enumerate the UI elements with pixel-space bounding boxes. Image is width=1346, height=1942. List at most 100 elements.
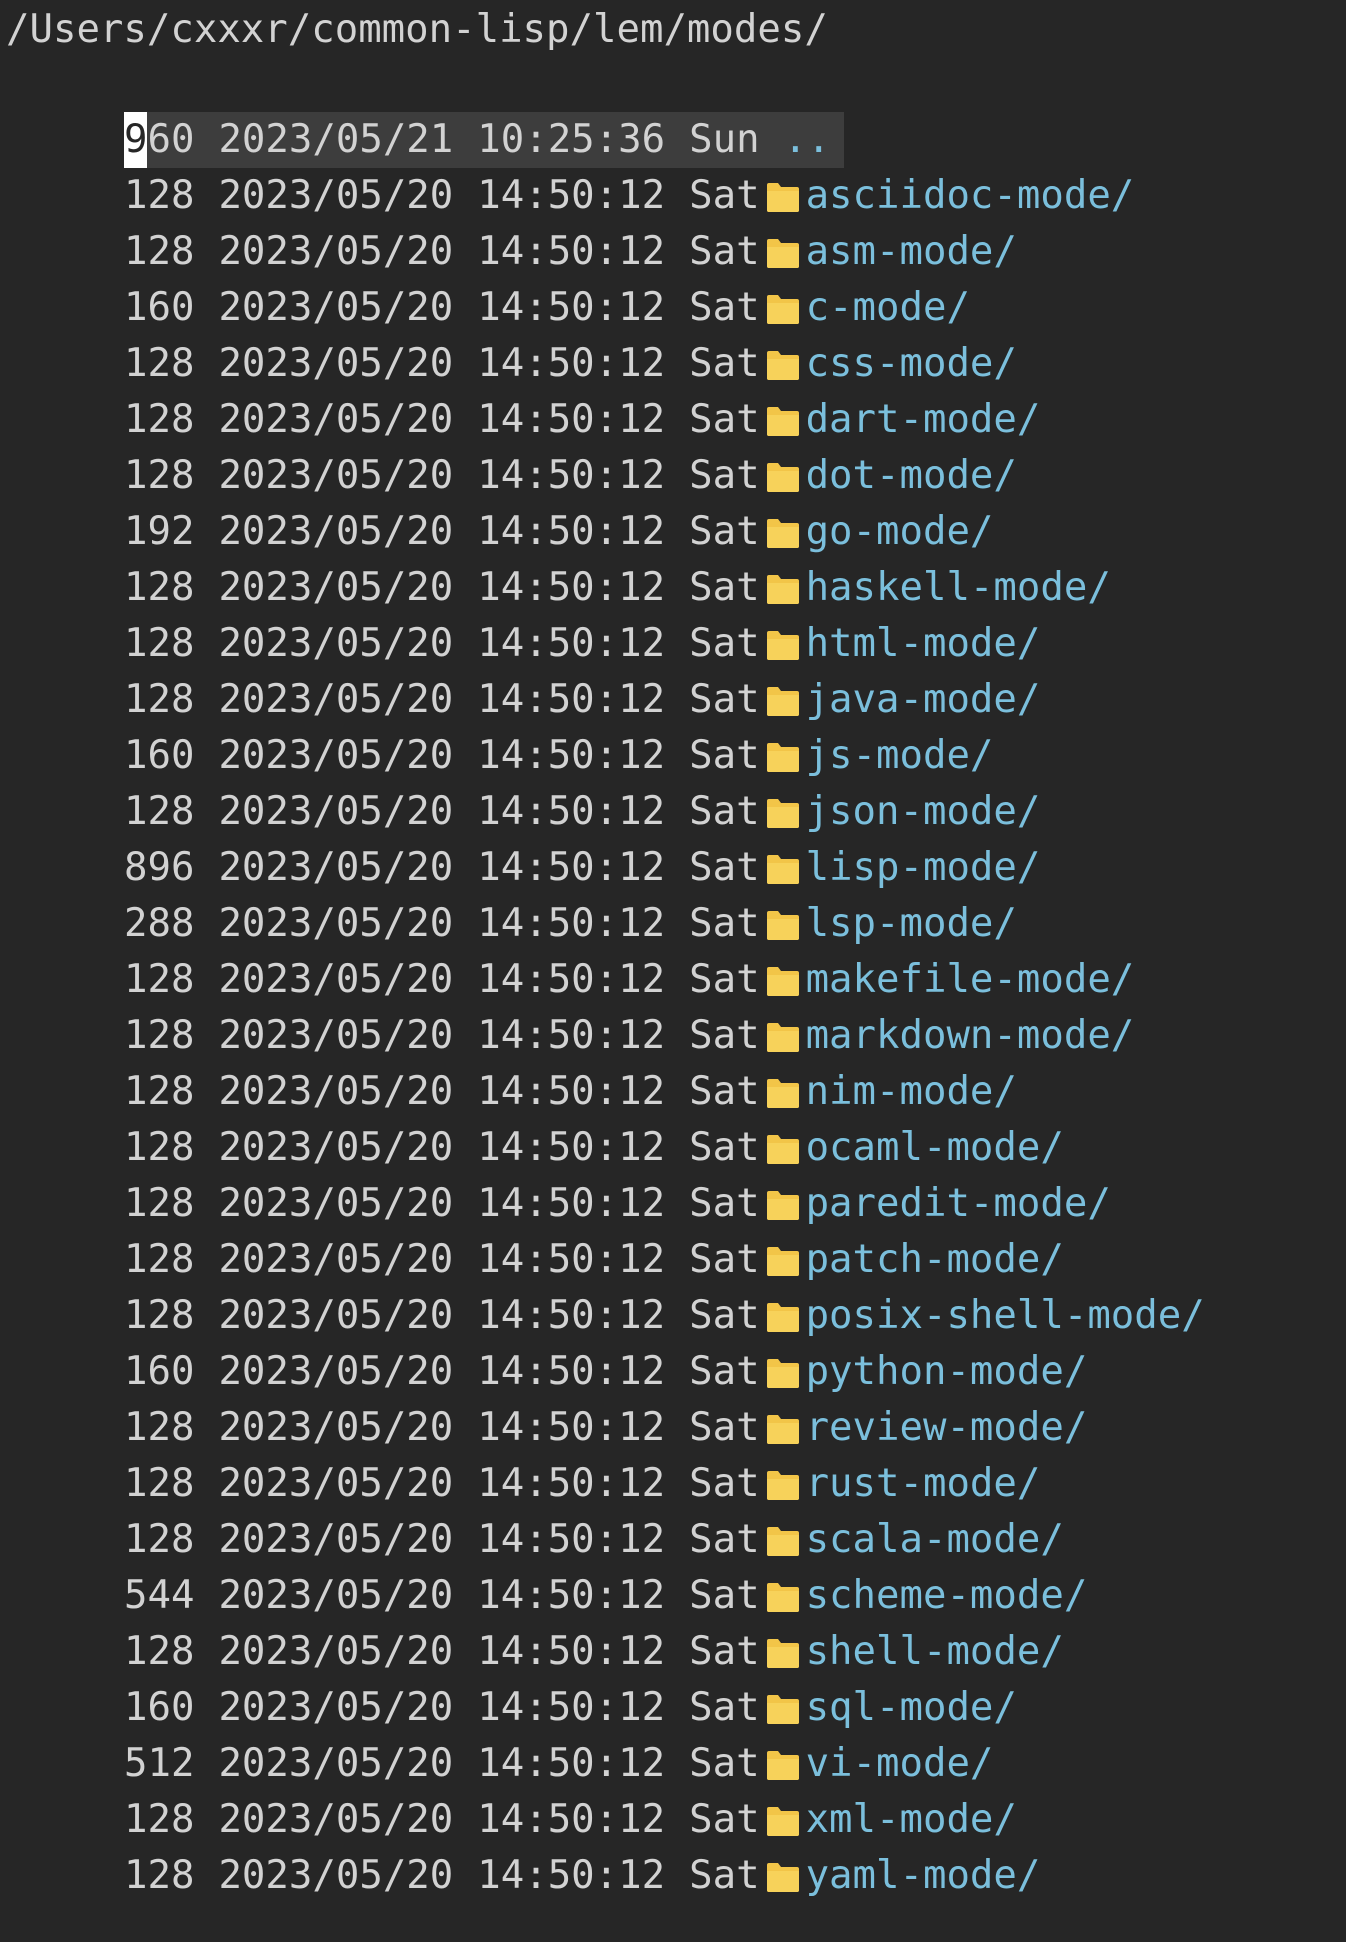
directory-entry-row[interactable]: 128 2023/05/20 14:50:12 Sat asciidoc-mode/ — [124, 168, 1205, 224]
directory-entry-row[interactable]: 192 2023/05/20 14:50:12 Sat go-mode/ — [124, 504, 1205, 560]
directory-name-link[interactable]: js-mode/ — [806, 728, 994, 784]
modified-date: 2023/05/20 — [218, 1461, 454, 1506]
directory-name-link[interactable]: css-mode/ — [806, 336, 1017, 392]
directory-name-link[interactable]: lisp-mode/ — [806, 840, 1041, 896]
file-size: 128 — [124, 341, 195, 386]
directory-name-link[interactable]: sql-mode/ — [806, 1680, 1017, 1736]
directory-entry-row[interactable]: 128 2023/05/20 14:50:12 Sat shell-mode/ — [124, 1624, 1205, 1680]
modified-time: 14:50:12 — [477, 677, 666, 722]
directory-entry-row[interactable]: 128 2023/05/20 14:50:12 Sat json-mode/ — [124, 784, 1205, 840]
directory-name-link[interactable]: xml-mode/ — [806, 1792, 1017, 1848]
modified-weekday: Sat — [689, 1293, 760, 1338]
modified-time: 14:50:12 — [477, 1741, 666, 1786]
parent-directory-link[interactable]: .. — [784, 112, 831, 168]
directory-name-link[interactable]: scala-mode/ — [806, 1512, 1064, 1568]
modified-date: 2023/05/20 — [218, 1517, 454, 1562]
directory-entry-row[interactable]: 128 2023/05/20 14:50:12 Sat html-mode/ — [124, 616, 1205, 672]
directory-entry-row[interactable]: 128 2023/05/20 14:50:12 Sat ocaml-mode/ — [124, 1120, 1205, 1176]
directory-name-link[interactable]: scheme-mode/ — [806, 1568, 1088, 1624]
modified-weekday: Sat — [689, 957, 760, 1002]
folder-icon — [764, 795, 802, 831]
directory-entry-row[interactable]: 128 2023/05/20 14:50:12 Sat markdown-mode/ — [124, 1008, 1205, 1064]
directory-name-link[interactable]: html-mode/ — [806, 616, 1041, 672]
directory-name-link[interactable]: java-mode/ — [806, 672, 1041, 728]
directory-name-link[interactable]: dot-mode/ — [806, 448, 1017, 504]
folder-icon — [764, 1131, 802, 1167]
directory-name-link[interactable]: nim-mode/ — [806, 1064, 1017, 1120]
directory-name-link[interactable]: review-mode/ — [806, 1400, 1088, 1456]
modified-time: 14:50:12 — [477, 1853, 666, 1898]
directory-entry-row[interactable]: 160 2023/05/20 14:50:12 Sat js-mode/ — [124, 728, 1205, 784]
directory-name-link[interactable]: lsp-mode/ — [806, 896, 1017, 952]
directory-entry-row[interactable]: 128 2023/05/20 14:50:12 Sat yaml-mode/ — [124, 1848, 1205, 1904]
directory-entry-row[interactable]: 288 2023/05/20 14:50:12 Sat lsp-mode/ — [124, 896, 1205, 952]
directory-entry-row[interactable]: 128 2023/05/20 14:50:12 Sat scala-mode/ — [124, 1512, 1205, 1568]
file-size: 128 — [124, 1125, 195, 1170]
directory-name-link[interactable]: ocaml-mode/ — [806, 1120, 1064, 1176]
modified-date: 2023/05/20 — [218, 845, 454, 890]
file-size: 960 — [124, 112, 194, 168]
modified-weekday: Sat — [689, 341, 760, 386]
folder-icon — [764, 515, 802, 551]
modified-time: 14:50:12 — [477, 565, 666, 610]
modified-weekday: Sat — [689, 845, 760, 890]
directory-name-link[interactable]: go-mode/ — [806, 504, 994, 560]
modified-weekday: Sat — [689, 229, 760, 274]
modified-weekday: Sat — [689, 1237, 760, 1282]
directory-name-link[interactable]: asciidoc-mode/ — [806, 168, 1135, 224]
directory-entry-row[interactable]: 128 2023/05/20 14:50:12 Sat rust-mode/ — [124, 1456, 1205, 1512]
directory-entry-row[interactable]: 128 2023/05/20 14:50:12 Sat patch-mode/ — [124, 1232, 1205, 1288]
directory-entry-row[interactable]: 128 2023/05/20 14:50:12 Sat dot-mode/ — [124, 448, 1205, 504]
folder-icon — [764, 1691, 802, 1727]
file-size: 128 — [124, 453, 195, 498]
directory-entry-row[interactable]: 160 2023/05/20 14:50:12 Sat sql-mode/ — [124, 1680, 1205, 1736]
directory-name-link[interactable]: rust-mode/ — [806, 1456, 1041, 1512]
file-size: 128 — [124, 565, 195, 610]
modified-time: 14:50:12 — [477, 789, 666, 834]
directory-entry-row[interactable]: 160 2023/05/20 14:50:12 Sat c-mode/ — [124, 280, 1205, 336]
directory-entry-row[interactable]: 128 2023/05/20 14:50:12 Sat asm-mode/ — [124, 224, 1205, 280]
directory-name-link[interactable]: markdown-mode/ — [806, 1008, 1135, 1064]
directory-name-link[interactable]: posix-shell-mode/ — [806, 1288, 1205, 1344]
directory-entry-row[interactable]: 128 2023/05/20 14:50:12 Sat xml-mode/ — [124, 1792, 1205, 1848]
modified-weekday: Sat — [689, 1517, 760, 1562]
directory-name-link[interactable]: paredit-mode/ — [806, 1176, 1111, 1232]
directory-entry-row[interactable]: 512 2023/05/20 14:50:12 Sat vi-mode/ — [124, 1736, 1205, 1792]
modified-date: 2023/05/20 — [218, 621, 454, 666]
directory-entry-row[interactable]: 128 2023/05/20 14:50:12 Sat dart-mode/ — [124, 392, 1205, 448]
modified-date: 2023/05/20 — [218, 1853, 454, 1898]
modified-weekday: Sat — [689, 1125, 760, 1170]
directory-entry-row[interactable]: 128 2023/05/20 14:50:12 Sat posix-shell-mode… — [124, 1288, 1205, 1344]
directory-name-link[interactable]: shell-mode/ — [806, 1624, 1064, 1680]
modified-time: 14:50:12 — [477, 1349, 666, 1394]
modified-time: 14:50:12 — [477, 1125, 666, 1170]
directory-name-link[interactable]: haskell-mode/ — [806, 560, 1111, 616]
directory-entry-row[interactable]: 128 2023/05/20 14:50:12 Sat nim-mode/ — [124, 1064, 1205, 1120]
directory-name-link[interactable]: vi-mode/ — [806, 1736, 994, 1792]
directory-name-link[interactable]: makefile-mode/ — [806, 952, 1135, 1008]
modified-time: 14:50:12 — [477, 1181, 666, 1226]
directory-name-link[interactable]: python-mode/ — [806, 1344, 1088, 1400]
directory-entry-row[interactable]: 128 2023/05/20 14:50:12 Sat makefile-mode/ — [124, 952, 1205, 1008]
folder-icon — [764, 571, 802, 607]
directory-entry-row[interactable]: 128 2023/05/20 14:50:12 Sat paredit-mode/ — [124, 1176, 1205, 1232]
modified-time: 14:50:12 — [477, 1797, 666, 1842]
directory-entry-row[interactable]: 896 2023/05/20 14:50:12 Sat lisp-mode/ — [124, 840, 1205, 896]
modified-date: 2023/05/20 — [218, 509, 454, 554]
directory-name-link[interactable]: c-mode/ — [806, 280, 970, 336]
directory-entry-row[interactable]: 128 2023/05/20 14:50:12 Sat css-mode/ — [124, 336, 1205, 392]
directory-name-link[interactable]: dart-mode/ — [806, 392, 1041, 448]
parent-directory-row[interactable]: 960 2023/05/21 10:25:36 Sun .. — [124, 112, 844, 168]
directory-entry-row[interactable]: 544 2023/05/20 14:50:12 Sat scheme-mode/ — [124, 1568, 1205, 1624]
directory-entry-row[interactable]: 128 2023/05/20 14:50:12 Sat haskell-mode/ — [124, 560, 1205, 616]
directory-name-link[interactable]: patch-mode/ — [806, 1232, 1064, 1288]
directory-name-link[interactable]: yaml-mode/ — [806, 1848, 1041, 1904]
folder-icon — [764, 739, 802, 775]
modified-date: 2023/05/20 — [218, 1797, 454, 1842]
directory-name-link[interactable]: asm-mode/ — [806, 224, 1017, 280]
directory-entry-row[interactable]: 160 2023/05/20 14:50:12 Sat python-mode/ — [124, 1344, 1205, 1400]
modified-weekday: Sat — [689, 1573, 760, 1618]
directory-name-link[interactable]: json-mode/ — [806, 784, 1041, 840]
directory-entry-row[interactable]: 128 2023/05/20 14:50:12 Sat review-mode/ — [124, 1400, 1205, 1456]
directory-entry-row[interactable]: 128 2023/05/20 14:50:12 Sat java-mode/ — [124, 672, 1205, 728]
